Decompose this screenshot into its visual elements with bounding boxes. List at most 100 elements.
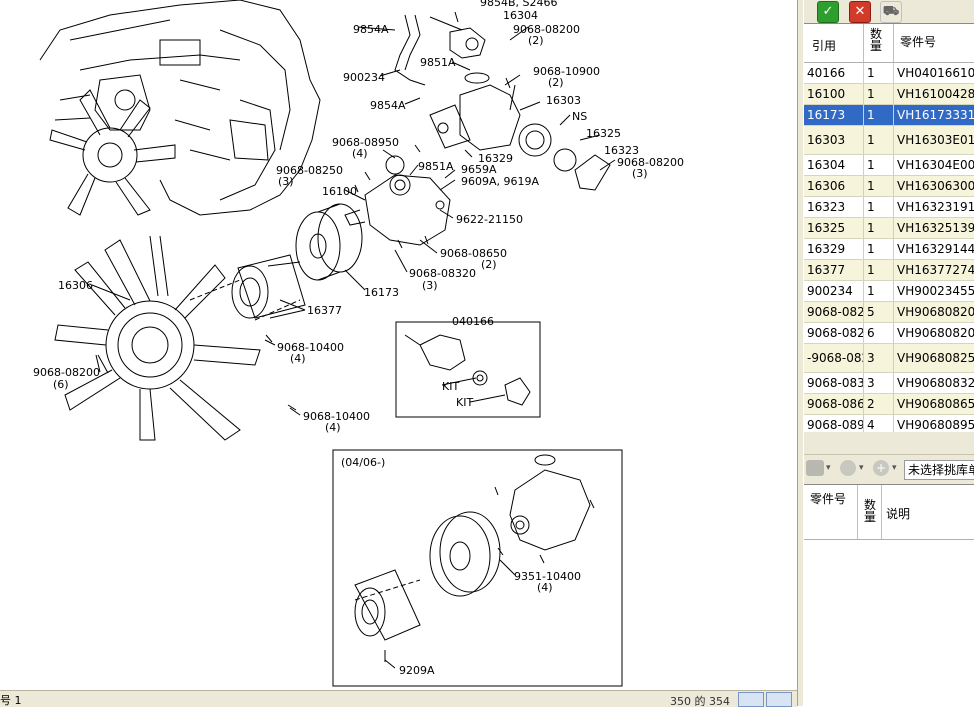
table-row[interactable]: 9068-082006VH906808200A: [804, 323, 974, 344]
label-ns: NS: [572, 110, 587, 123]
cell-part-no: VH900234555A: [897, 284, 974, 298]
cell-qty: 1: [864, 197, 894, 217]
header-ref[interactable]: 引用: [804, 24, 864, 62]
view-toggle-button-1[interactable]: [738, 692, 764, 707]
table-row[interactable]: 161001VH161004280A: [804, 84, 974, 105]
cell-part-no: VH163063000A: [897, 179, 974, 193]
label-0406: (04/06-): [341, 456, 385, 469]
chevron-down-icon[interactable]: ▾: [826, 463, 831, 473]
table-row[interactable]: 163031VH16303E0130: [804, 126, 974, 155]
picklist-combo[interactable]: 未选择挑库单: [904, 460, 974, 480]
label-9068-10900: 9068-10900: [533, 65, 600, 78]
label-9609a: 9609A, 9619A: [461, 175, 540, 188]
table-row[interactable]: 163061VH163063000A: [804, 176, 974, 197]
cell-ref: 16329: [804, 239, 864, 259]
chevron-down-icon-3[interactable]: ▾: [892, 463, 897, 473]
label-9068-08250-qty: (3): [278, 175, 294, 188]
check-icon[interactable]: ✓: [817, 1, 839, 23]
cell-qty: 1: [864, 63, 894, 83]
label-9068-08200-right-qty: (3): [632, 167, 648, 180]
table-row[interactable]: 161731VH161733310A: [804, 105, 974, 126]
cell-part-no: VH16304E0070: [897, 158, 974, 172]
cell-qty: 3: [864, 373, 894, 393]
cell-ref: 16100: [804, 84, 864, 104]
picklist-header-desc[interactable]: 说明: [882, 485, 974, 539]
cancel-icon[interactable]: ✕: [849, 1, 871, 23]
cell-part-no: VH163231911A: [897, 200, 974, 214]
picklist-header-part-no[interactable]: 零件号: [804, 485, 858, 539]
chevron-down-icon-2[interactable]: ▾: [859, 463, 864, 473]
cell-ref: 16325: [804, 218, 864, 238]
table-row[interactable]: 9068-086502VH906808650A: [804, 394, 974, 415]
label-9068-08650: 9068-08650: [440, 247, 507, 260]
label-9351-10400-qty: (4): [537, 581, 553, 594]
label-9851a-top: 9851A: [420, 56, 456, 69]
cell-qty: 1: [864, 218, 894, 238]
header-qty[interactable]: 数量: [864, 24, 894, 62]
cell-part-no: VH161004280A: [897, 87, 974, 101]
table-row[interactable]: 163041VH16304E0070: [804, 155, 974, 176]
label-9622-21150: 9622-21150: [456, 213, 523, 226]
header-part-no[interactable]: 零件号: [894, 24, 974, 62]
cell-part-no: VH161733310A: [897, 108, 974, 122]
label-16173: 16173: [364, 286, 399, 299]
cell-ref: 9068-08200: [804, 302, 864, 322]
table-row[interactable]: 163291VH163291440A: [804, 239, 974, 260]
table-row[interactable]: 163231VH163231911A: [804, 197, 974, 218]
label-9068-08320-qty: (3): [422, 279, 438, 292]
cell-qty: 1: [864, 126, 894, 154]
cell-part-no: VH163291440A: [897, 242, 974, 256]
cell-ref: 16303: [804, 126, 864, 154]
table-row[interactable]: 163771VH163772740A: [804, 260, 974, 281]
label-kit-2: KIT: [456, 396, 473, 409]
picklist-toolbar: ▾ ▾ + ▾ 未选择挑库单: [804, 454, 974, 483]
table-row[interactable]: 9068-089504VH906808950A: [804, 415, 974, 432]
parts-toolbar: ✓ ✕ ⛟: [804, 0, 974, 23]
cell-ref: 9068-08950: [804, 415, 864, 432]
table-row[interactable]: -9068-082503VH906808250A: [804, 344, 974, 373]
label-9068-08200-top-qty: (2): [528, 34, 544, 47]
stack-icon[interactable]: [806, 460, 824, 476]
table-row[interactable]: 9068-082005VH906808200A: [804, 302, 974, 323]
cart-icon[interactable]: ⛟: [880, 1, 902, 23]
cell-qty: 1: [864, 239, 894, 259]
label-16325: 16325: [586, 127, 621, 140]
cell-qty: 1: [864, 281, 894, 301]
cell-ref: 900234: [804, 281, 864, 301]
table-row[interactable]: 401661VH040166104A: [804, 63, 974, 84]
grid-rows: 401661VH040166104A161001VH161004280A1617…: [804, 63, 974, 432]
label-9068-08950-qty: (4): [352, 147, 368, 160]
parts-diagram[interactable]: 9854B, S2466 16304 9854A 9068-08200 (2) …: [0, 0, 797, 690]
grid-header: 引用 数量 零件号: [804, 24, 974, 63]
cell-part-no: VH163772740A: [897, 263, 974, 277]
table-row[interactable]: 9002341VH900234555A: [804, 281, 974, 302]
cell-ref: 40166: [804, 63, 864, 83]
view-toggle-button-2[interactable]: [766, 692, 792, 707]
picklist-header-qty[interactable]: 数量: [858, 485, 882, 539]
label-9851a-mid: 9851A: [418, 160, 454, 173]
label-9068-10900-qty: (2): [548, 76, 564, 89]
table-row[interactable]: 163251VH163251390A: [804, 218, 974, 239]
cell-qty: 1: [864, 260, 894, 280]
panel-splitter[interactable]: [797, 0, 804, 706]
cell-ref: 9068-08320: [804, 373, 864, 393]
cell-part-no: VH163251390A: [897, 221, 974, 235]
cell-qty: 6: [864, 323, 894, 343]
cell-ref: 9068-08200: [804, 323, 864, 343]
cell-qty: 2: [864, 394, 894, 414]
cell-ref: 9068-08650: [804, 394, 864, 414]
cell-part-no: VH906808950A: [897, 418, 974, 432]
cell-qty: 1: [864, 155, 894, 175]
parts-list-grid: 引用 数量 零件号 401661VH040166104A161001VH1610…: [804, 23, 974, 432]
label-9068-08200-left-qty: (6): [53, 378, 69, 391]
picklist-grid: 零件号 数量 说明: [804, 484, 974, 706]
cell-ref: 16173: [804, 105, 864, 125]
label-16100: 16100: [322, 185, 357, 198]
add-icon[interactable]: +: [873, 460, 889, 476]
refresh-icon[interactable]: [840, 460, 856, 476]
cell-qty: 3: [864, 344, 894, 372]
label-16306: 16306: [58, 279, 93, 292]
table-row[interactable]: 9068-083203VH906808320A: [804, 373, 974, 394]
label-9854a-top: 9854A: [353, 23, 389, 36]
label-9068-08200-right: 9068-08200: [617, 156, 684, 169]
